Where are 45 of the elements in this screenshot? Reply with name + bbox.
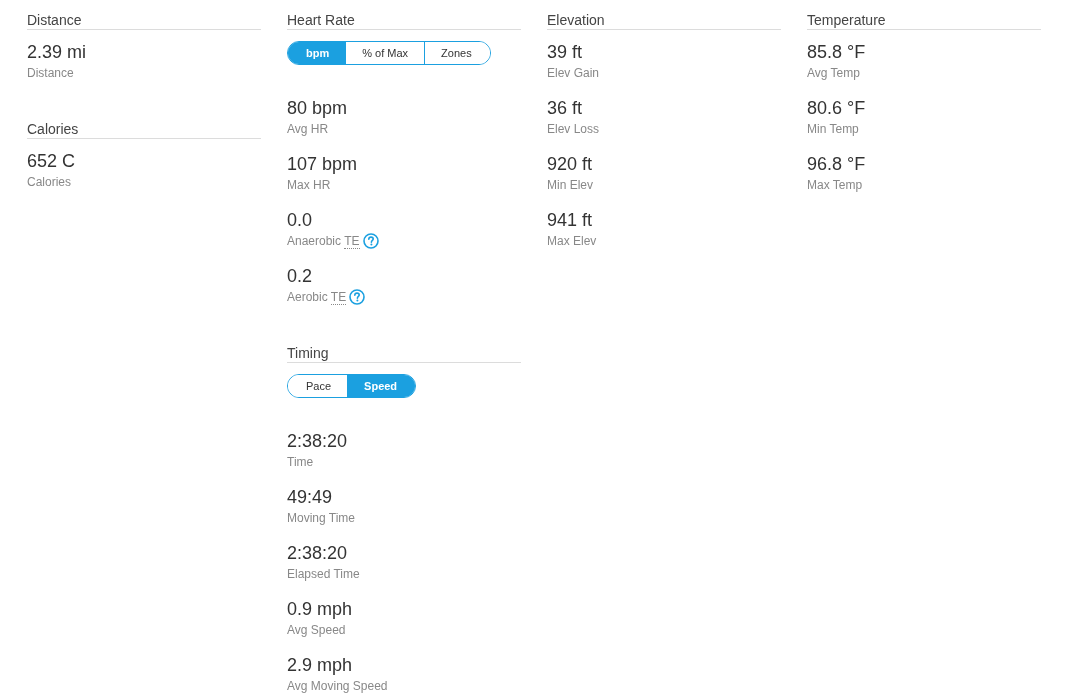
stat-value: 2.9 mph — [287, 654, 354, 677]
stat-label: Min Elev — [547, 177, 593, 194]
stat-label: Distance — [27, 65, 74, 82]
stat-value: 36 ft — [547, 97, 584, 120]
stat-label: Time — [287, 454, 314, 471]
section-title: Timing — [287, 344, 521, 363]
stat-value: 49:49 — [287, 486, 334, 509]
section-title: Elevation — [547, 11, 781, 30]
stat-value: 941 ft — [547, 209, 594, 232]
stat-value: 96.8 °F — [807, 153, 867, 176]
stat-label: Aerobic TE — [287, 289, 347, 306]
stat-label: Min Temp — [807, 121, 859, 138]
stat-label: Elev Loss — [547, 121, 600, 138]
stat-label: Avg Moving Speed — [287, 678, 388, 695]
stat-label: Elev Gain — [547, 65, 600, 82]
stat-label: Calories — [27, 174, 71, 191]
section-title: Calories — [27, 120, 261, 139]
stat-value: 652 C — [27, 150, 77, 173]
stat-label: Avg Speed — [287, 622, 346, 639]
stat-label: Avg Temp — [807, 65, 860, 82]
help-icon[interactable] — [362, 233, 379, 249]
stat-label: Moving Time — [287, 510, 356, 527]
stat-label: Elapsed Time — [287, 566, 360, 583]
stat-value: 0.9 mph — [287, 598, 354, 621]
stat-value: 920 ft — [547, 153, 594, 176]
stat-value: 80 bpm — [287, 97, 349, 120]
stat-label: Max Elev — [547, 233, 597, 250]
stat-value: 80.6 °F — [807, 97, 867, 120]
section-title: Temperature — [807, 11, 1041, 30]
stat-label: Max Temp — [807, 177, 863, 194]
section-title: Heart Rate — [287, 11, 521, 30]
stat-label: Anaerobic TE — [287, 233, 360, 250]
stat-label: Max HR — [287, 177, 331, 194]
stat-value: 39 ft — [547, 41, 584, 64]
stat-label: Avg HR — [287, 121, 329, 138]
stat-value: 107 bpm — [287, 153, 359, 176]
stat-value: 2.39 mi — [27, 41, 88, 64]
help-icon[interactable] — [349, 289, 366, 305]
stat-value: 85.8 °F — [807, 41, 867, 64]
toggle-option[interactable]: Zones — [424, 42, 490, 64]
stat-value: 2:38:20 — [287, 542, 349, 565]
stat-value: 0.0 — [287, 209, 314, 232]
stat-value: 2:38:20 — [287, 430, 349, 453]
section-title: Distance — [27, 11, 261, 30]
stat-value: 0.2 — [287, 265, 314, 288]
